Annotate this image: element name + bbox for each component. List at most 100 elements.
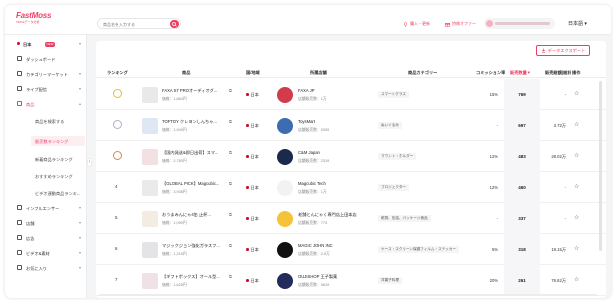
product-image[interactable]: [142, 87, 158, 103]
product-image[interactable]: [142, 273, 158, 289]
user-menu[interactable]: [484, 18, 555, 29]
external-link-icon[interactable]: ⧉: [229, 243, 232, 248]
table-row[interactable]: 6 マジックジョン強化ガラスフ... 価格：1,216円 ⧉ 日本 MAGIC JOHN …: [96, 234, 606, 265]
sidebar-item-store[interactable]: 店舗 ▾: [5, 217, 87, 228]
sidebar-item-influencer[interactable]: インフルエンサー ▾: [5, 202, 87, 213]
favorite-star-icon[interactable]: ☆: [574, 152, 579, 159]
shop-name[interactable]: C&M Japan: [298, 150, 320, 155]
shop-name[interactable]: 老舗とんにゃく専門店上田本店: [298, 212, 357, 218]
sidebar-item-video[interactable]: ビデオ&素材 ▾: [5, 247, 87, 258]
product-name[interactable]: 【GLOBAL PICK】Magcubic...: [162, 181, 222, 187]
favorite-star-icon[interactable]: ☆: [574, 90, 579, 97]
sidebar: 日本 NEW ▾ ダッシュボード カテゴリーマーケット ▾ ライブ配信 ▾ 商品…: [5, 35, 87, 298]
offer-link[interactable]: 特典オファー: [445, 21, 476, 27]
column-header-sales[interactable]: 販売数量▼: [510, 70, 531, 76]
sidebar-item-ads[interactable]: 広告 ▾: [5, 232, 87, 243]
sales-cell: 697: [504, 110, 540, 141]
sidebar-item-dashboard[interactable]: ダッシュボード: [5, 53, 87, 64]
table-row[interactable]: 5 おうまみんにゃ4缶 止杯... 価格：1,090円 ⧉ 日本 老舗とんにゃく専門店上田…: [96, 203, 606, 234]
sidebar-sub-product-search[interactable]: 商品を検索する: [35, 119, 64, 125]
shop-logo[interactable]: [277, 180, 293, 196]
external-link-icon[interactable]: ⧉: [229, 181, 232, 186]
favorite-star-icon[interactable]: ☆: [574, 214, 579, 221]
shop-name[interactable]: FAXA JP: [298, 88, 315, 93]
external-link-icon[interactable]: ⧉: [229, 150, 232, 155]
column-header-commission[interactable]: コミッション率: [476, 70, 505, 76]
chevron-down-icon: ▾: [79, 250, 82, 255]
product-image[interactable]: [142, 242, 158, 258]
language-selector[interactable]: 日本語 ▾: [568, 20, 587, 27]
category-tag: 乾物、缶詰、パッケージ食品: [378, 215, 431, 222]
horizontal-scrollbar[interactable]: [99, 294, 597, 296]
shop-logo[interactable]: [277, 273, 293, 289]
shop-name[interactable]: MAGIC JOHN INC: [298, 243, 333, 248]
product-price: 価格：1,090円: [162, 221, 187, 225]
table-row[interactable]: 【国内発送&即日出荷】スマ... 価格：2,780円 ⧉ 日本 C&M Japan 店舗販…: [96, 141, 606, 172]
rank-number: 4: [115, 184, 118, 189]
shop-name[interactable]: Magcubic Tech: [298, 181, 326, 186]
shop-logo[interactable]: [277, 211, 293, 227]
sidebar-collapse-handle[interactable]: ‹: [87, 158, 92, 167]
product-image[interactable]: [142, 118, 158, 134]
product-name[interactable]: おうまみんにゃ4缶 止杯...: [162, 212, 222, 218]
product-name[interactable]: 【国内発送&即日出荷】スマ...: [162, 150, 222, 156]
logo[interactable]: FastMoss TikTokデータ分析: [16, 11, 74, 29]
country-selector[interactable]: 日本 NEW ▾: [5, 38, 87, 49]
favorite-star-icon[interactable]: ☆: [574, 183, 579, 190]
search-button[interactable]: [170, 20, 179, 28]
sidebar-item-live[interactable]: ライブ配信 ▾: [5, 83, 87, 94]
shop-logo[interactable]: [277, 242, 293, 258]
product-image[interactable]: [142, 211, 158, 227]
table-row[interactable]: FAXA S7 PROオーディオグ... 価格：1,884円 ⧉ 日本 FAXA JP 店…: [96, 79, 606, 110]
vertical-scrollbar[interactable]: [599, 81, 602, 251]
shop-name[interactable]: OUJISHOP 王子製菓: [298, 274, 337, 280]
shop-name[interactable]: ToysMart: [298, 119, 315, 124]
region-cell: 日本: [246, 154, 259, 160]
external-link-icon[interactable]: ⧉: [229, 119, 232, 124]
external-link-icon[interactable]: ⧉: [229, 274, 232, 279]
table-row[interactable]: 4 【GLOBAL PICK】Magcubic... 価格：3,938円 ⧉ 日本 Mag…: [96, 172, 606, 203]
column-header-amount[interactable]: 販売総額(総計): [545, 70, 571, 76]
sales-count: 318: [518, 247, 526, 252]
region-cell: 日本: [246, 216, 259, 222]
search-icon: [172, 21, 177, 27]
shop-sales: 店舗販売数：773: [298, 221, 328, 225]
sidebar-sub-video-ranking[interactable]: ビデオ連動商品ランキ...: [35, 191, 80, 197]
sidebar-sub-recommended-ranking[interactable]: おすすめランキング: [35, 174, 73, 180]
sidebar-item-category-market[interactable]: カテゴリーマーケット ▾: [5, 68, 87, 79]
sidebar-sub-new-ranking[interactable]: 新着商品ランキング: [35, 157, 73, 163]
shop-logo[interactable]: [277, 118, 293, 134]
sales-cell: 460: [504, 172, 540, 203]
region-label: 日本: [250, 216, 259, 221]
product-name[interactable]: FAXA S7 PROオーディオグ...: [162, 88, 222, 94]
product-image[interactable]: [142, 149, 158, 165]
commission-rate: 15%: [489, 92, 498, 97]
favorite-star-icon[interactable]: ☆: [574, 276, 579, 283]
rank-medal-icon: [113, 89, 122, 98]
column-header-sales-label: 販売数量: [510, 70, 527, 75]
purchase-link-label: 購入・更新: [410, 21, 430, 26]
chevron-down-icon: ▾: [79, 71, 82, 76]
search-input[interactable]: [103, 21, 163, 28]
table-row[interactable]: TOFTOY クレヨンしんちゃ... 価格：1,949円 ⧉ 日本 ToysMart 店舗…: [96, 110, 606, 141]
product-price: 価格：1,216円: [162, 252, 187, 256]
product-name[interactable]: 【ギフトボックス】オール型...: [162, 274, 222, 280]
favorite-star-icon[interactable]: ☆: [574, 245, 579, 252]
purchase-link[interactable]: 購入・更新: [403, 21, 430, 27]
sidebar-sub-sales-ranking[interactable]: 販売数ランキング: [35, 139, 68, 145]
product-name[interactable]: マジックジョン強化ガラスフ...: [162, 243, 222, 249]
table-row[interactable]: 7 【ギフトボックス】オール型... 価格：1,625円 ⧉ 日本 OUJISHOP 王子…: [96, 265, 606, 296]
product-name[interactable]: TOFTOY クレヨンしんちゃ...: [162, 119, 222, 125]
sidebar-item-favorites[interactable]: お気に入り ▾: [5, 262, 87, 273]
product-image[interactable]: [142, 180, 158, 196]
sales-count: 769: [518, 92, 526, 97]
external-link-icon[interactable]: ⧉: [229, 88, 232, 93]
sidebar-item-products[interactable]: 商品 ▴: [5, 98, 87, 109]
sales-cell: 483: [504, 141, 540, 172]
export-data-button[interactable]: データエクスポート: [536, 45, 590, 56]
dashboard-icon: [17, 56, 22, 61]
external-link-icon[interactable]: ⧉: [229, 212, 232, 217]
shop-logo[interactable]: [277, 149, 293, 165]
shop-logo[interactable]: [277, 87, 293, 103]
favorite-star-icon[interactable]: ☆: [574, 121, 579, 128]
